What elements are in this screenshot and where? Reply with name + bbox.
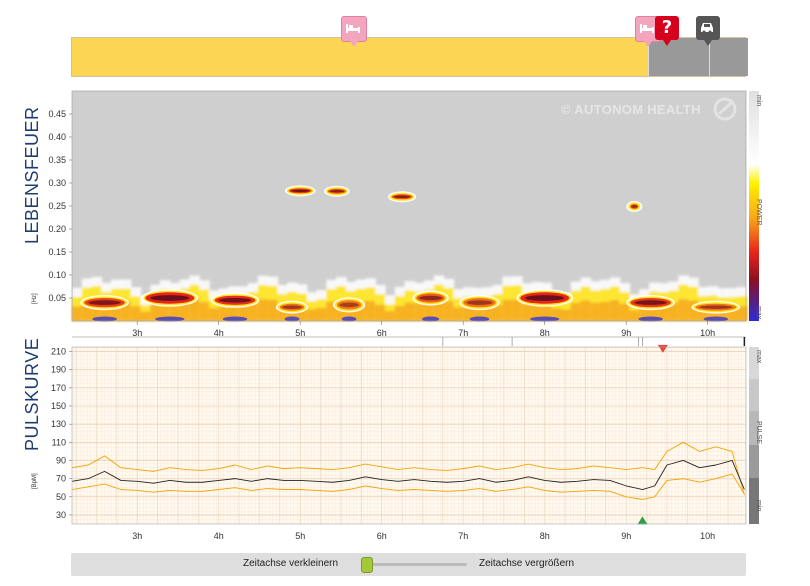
charts-svg: 0.05 0.10 0.15 0.20 0.25 0.30 0.35 0.40 0.45 3h 4… (48, 90, 759, 541)
zoom-slider-track[interactable] (361, 563, 467, 566)
y-tick-label: 150 (51, 401, 66, 411)
lebensfeuer-scale-top: min (755, 95, 762, 107)
x-tick-label: 4h (214, 328, 224, 338)
x-tick-label: 10h (700, 328, 715, 338)
pulse-scale-segment (749, 379, 759, 411)
y-tick-label: 0.30 (48, 178, 66, 188)
pulskurve-scale-mid: PULSE (755, 421, 762, 444)
y-tick-label: 70 (56, 474, 66, 484)
y-tick-label: 190 (51, 365, 66, 375)
pulse-y-axis: 30 50 70 90 110 130 150 170 190 210 (51, 347, 72, 520)
x-tick-label: 9h (621, 531, 631, 541)
x-tick-label: 7h (458, 328, 468, 338)
x-tick-label: 10h (700, 531, 715, 541)
x-tick-label: 6h (377, 531, 387, 541)
y-tick-label: 210 (51, 347, 66, 357)
x-tick-label: 5h (295, 531, 305, 541)
watermark-text: © AUTONOM HEALTH (561, 102, 701, 117)
lebensfeuer-scale-bottom: max (755, 306, 762, 320)
heatmap-y-axis: 0.05 0.10 0.15 0.20 0.25 0.30 0.35 0.40 0.45 (48, 109, 72, 303)
x-tick-label: 5h (295, 328, 305, 338)
x-tick-label: 3h (132, 531, 142, 541)
y-tick-label: 170 (51, 383, 66, 393)
y-tick-label: 0.40 (48, 132, 66, 142)
heatmap-hotspot (284, 185, 316, 197)
x-tick-label: 9h (621, 328, 631, 338)
pulse-minor-grid (72, 347, 746, 524)
zoom-control-bar: Zeitachse verkleinern Zeitachse vergröße… (71, 553, 746, 576)
y-tick-label: 0.45 (48, 109, 66, 119)
x-tick-label: 6h (377, 328, 387, 338)
pulse-scale-segment (749, 445, 759, 478)
y-tick-label: 0.25 (48, 201, 66, 211)
zoom-slider-thumb[interactable] (361, 557, 374, 573)
heatmap-hotspot (387, 191, 417, 203)
x-tick-label: 3h (132, 328, 142, 338)
zoom-in-label[interactable]: Zeitachse vergrößern (479, 558, 574, 569)
heatmap-hotspot (323, 185, 350, 197)
heatmap-x-axis: 3h 4h 5h 6h 7h 8h 9h 10h (132, 321, 715, 338)
pulskurve-scale-bottom: min (755, 500, 762, 512)
x-tick-label: 7h (458, 531, 468, 541)
pulse-x-axis: 3h 4h 5h 6h 7h 8h 9h 10h (132, 531, 715, 541)
y-tick-label: 0.05 (48, 293, 66, 303)
zoom-out-label[interactable]: Zeitachse verkleinern (243, 558, 338, 569)
y-tick-label: 0.20 (48, 224, 66, 234)
y-tick-label: 110 (52, 437, 66, 447)
x-tick-label: 8h (540, 328, 550, 338)
y-tick-label: 90 (56, 455, 66, 465)
x-tick-label: 8h (540, 531, 550, 541)
x-tick-label: 4h (214, 531, 224, 541)
lebensfeuer-scale-mid: POWER (755, 199, 762, 226)
y-tick-label: 30 (56, 510, 66, 520)
pulskurve-scale-top: max (755, 350, 762, 364)
y-tick-label: 130 (51, 419, 66, 429)
y-tick-label: 50 (56, 492, 66, 502)
heatmap-hotspot (626, 200, 643, 212)
y-tick-label: 0.10 (48, 270, 66, 280)
y-tick-label: 0.35 (48, 155, 66, 165)
y-tick-label: 0.15 (48, 247, 66, 257)
